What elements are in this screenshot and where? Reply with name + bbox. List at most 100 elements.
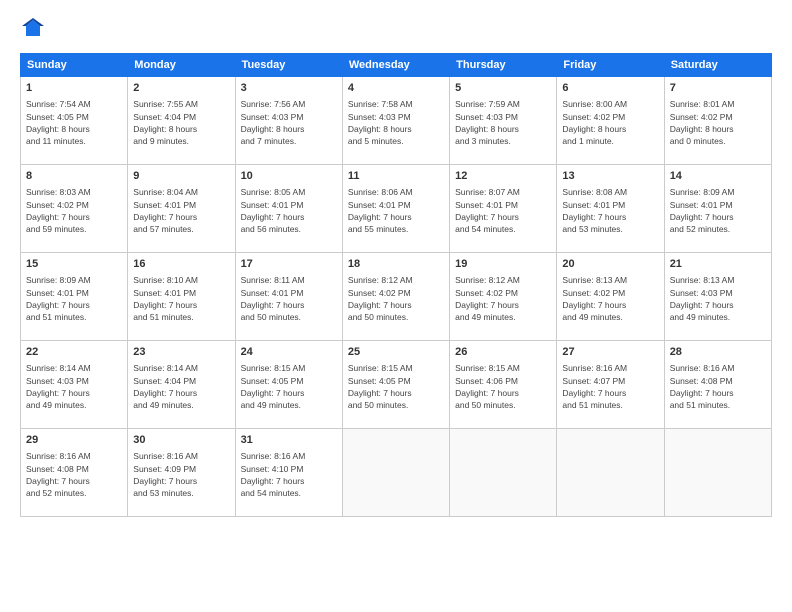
- day-info: Sunrise: 8:16 AM Sunset: 4:08 PM Dayligh…: [26, 450, 122, 499]
- day-cell: 16 Sunrise: 8:10 AM Sunset: 4:01 PM Dayli…: [128, 252, 235, 340]
- day-number: 23: [133, 345, 229, 360]
- week-row-2: 8Sunrise: 8:03 AM Sunset: 4:02 PM Daylig…: [21, 164, 772, 252]
- day-info: Sunrise: 8:16 AM Sunset: 4:10 PM Dayligh…: [241, 450, 337, 499]
- day-info: Sunrise: 8:13 AM Sunset: 4:03 PM Dayligh…: [670, 274, 766, 323]
- day-cell: 13 Sunrise: 8:08 AM Sunset: 4:01 PM Dayli…: [557, 164, 664, 252]
- day-number: 17: [241, 257, 337, 272]
- day-info: Sunrise: 7:55 AM Sunset: 4:04 PM Dayligh…: [133, 98, 229, 147]
- day-info: Sunrise: 8:15 AM Sunset: 4:05 PM Dayligh…: [241, 362, 337, 411]
- day-cell: [342, 428, 449, 516]
- week-row-5: 29 Sunrise: 8:16 AM Sunset: 4:08 PM Dayli…: [21, 428, 772, 516]
- day-number: 16: [133, 257, 229, 272]
- day-cell: 20 Sunrise: 8:13 AM Sunset: 4:02 PM Dayli…: [557, 252, 664, 340]
- day-cell: 17 Sunrise: 8:11 AM Sunset: 4:01 PM Dayli…: [235, 252, 342, 340]
- week-row-1: 1Sunrise: 7:54 AM Sunset: 4:05 PM Daylig…: [21, 76, 772, 164]
- weekday-header-saturday: Saturday: [664, 53, 771, 76]
- day-info: Sunrise: 8:01 AM Sunset: 4:02 PM Dayligh…: [670, 98, 766, 147]
- day-number: 13: [562, 169, 658, 184]
- weekday-header-thursday: Thursday: [450, 53, 557, 76]
- day-number: 19: [455, 257, 551, 272]
- day-info: Sunrise: 8:07 AM Sunset: 4:01 PM Dayligh…: [455, 186, 551, 235]
- day-cell: 2 Sunrise: 7:55 AM Sunset: 4:04 PM Daylig…: [128, 76, 235, 164]
- day-info: Sunrise: 8:05 AM Sunset: 4:01 PM Dayligh…: [241, 186, 337, 235]
- day-cell: 10 Sunrise: 8:05 AM Sunset: 4:01 PM Dayli…: [235, 164, 342, 252]
- day-number: 9: [133, 169, 229, 184]
- day-cell: 27Sunrise: 8:16 AM Sunset: 4:07 PM Dayli…: [557, 340, 664, 428]
- week-row-4: 22 Sunrise: 8:14 AM Sunset: 4:03 PM Dayli…: [21, 340, 772, 428]
- day-number: 25: [348, 345, 444, 360]
- day-number: 27: [562, 345, 658, 360]
- day-cell: 12 Sunrise: 8:07 AM Sunset: 4:01 PM Dayli…: [450, 164, 557, 252]
- day-cell: 6 Sunrise: 8:00 AM Sunset: 4:02 PM Daylig…: [557, 76, 664, 164]
- day-cell: 15Sunrise: 8:09 AM Sunset: 4:01 PM Dayli…: [21, 252, 128, 340]
- week-row-3: 15Sunrise: 8:09 AM Sunset: 4:01 PM Dayli…: [21, 252, 772, 340]
- day-number: 15: [26, 257, 122, 272]
- day-info: Sunrise: 8:12 AM Sunset: 4:02 PM Dayligh…: [348, 274, 444, 323]
- day-number: 2: [133, 81, 229, 96]
- day-cell: 26 Sunrise: 8:15 AM Sunset: 4:06 PM Dayli…: [450, 340, 557, 428]
- day-number: 31: [241, 433, 337, 448]
- day-info: Sunrise: 8:09 AM Sunset: 4:01 PM Dayligh…: [670, 186, 766, 235]
- day-info: Sunrise: 8:14 AM Sunset: 4:04 PM Dayligh…: [133, 362, 229, 411]
- day-number: 11: [348, 169, 444, 184]
- day-number: 5: [455, 81, 551, 96]
- day-cell: 1Sunrise: 7:54 AM Sunset: 4:05 PM Daylig…: [21, 76, 128, 164]
- day-cell: 4Sunrise: 7:58 AM Sunset: 4:03 PM Daylig…: [342, 76, 449, 164]
- day-cell: 23 Sunrise: 8:14 AM Sunset: 4:04 PM Dayli…: [128, 340, 235, 428]
- day-info: Sunrise: 8:06 AM Sunset: 4:01 PM Dayligh…: [348, 186, 444, 235]
- day-number: 14: [670, 169, 766, 184]
- day-info: Sunrise: 7:59 AM Sunset: 4:03 PM Dayligh…: [455, 98, 551, 147]
- weekday-header-monday: Monday: [128, 53, 235, 76]
- day-info: Sunrise: 8:10 AM Sunset: 4:01 PM Dayligh…: [133, 274, 229, 323]
- calendar-table: SundayMondayTuesdayWednesdayThursdayFrid…: [20, 53, 772, 517]
- day-info: Sunrise: 8:13 AM Sunset: 4:02 PM Dayligh…: [562, 274, 658, 323]
- day-number: 28: [670, 345, 766, 360]
- day-info: Sunrise: 8:16 AM Sunset: 4:09 PM Dayligh…: [133, 450, 229, 499]
- day-info: Sunrise: 8:04 AM Sunset: 4:01 PM Dayligh…: [133, 186, 229, 235]
- weekday-header-friday: Friday: [557, 53, 664, 76]
- day-cell: [664, 428, 771, 516]
- day-cell: 30Sunrise: 8:16 AM Sunset: 4:09 PM Dayli…: [128, 428, 235, 516]
- weekday-header-row: SundayMondayTuesdayWednesdayThursdayFrid…: [21, 53, 772, 76]
- weekday-header-wednesday: Wednesday: [342, 53, 449, 76]
- day-info: Sunrise: 8:11 AM Sunset: 4:01 PM Dayligh…: [241, 274, 337, 323]
- day-number: 24: [241, 345, 337, 360]
- day-info: Sunrise: 8:12 AM Sunset: 4:02 PM Dayligh…: [455, 274, 551, 323]
- day-number: 7: [670, 81, 766, 96]
- day-number: 3: [241, 81, 337, 96]
- day-cell: 14 Sunrise: 8:09 AM Sunset: 4:01 PM Dayli…: [664, 164, 771, 252]
- day-cell: 9 Sunrise: 8:04 AM Sunset: 4:01 PM Daylig…: [128, 164, 235, 252]
- day-cell: 28Sunrise: 8:16 AM Sunset: 4:08 PM Dayli…: [664, 340, 771, 428]
- weekday-header-tuesday: Tuesday: [235, 53, 342, 76]
- day-number: 6: [562, 81, 658, 96]
- day-number: 26: [455, 345, 551, 360]
- day-cell: 25 Sunrise: 8:15 AM Sunset: 4:05 PM Dayli…: [342, 340, 449, 428]
- day-cell: [557, 428, 664, 516]
- day-info: Sunrise: 8:14 AM Sunset: 4:03 PM Dayligh…: [26, 362, 122, 411]
- day-number: 22: [26, 345, 122, 360]
- day-info: Sunrise: 8:15 AM Sunset: 4:05 PM Dayligh…: [348, 362, 444, 411]
- day-info: Sunrise: 7:54 AM Sunset: 4:05 PM Dayligh…: [26, 98, 122, 147]
- day-cell: 18 Sunrise: 8:12 AM Sunset: 4:02 PM Dayli…: [342, 252, 449, 340]
- weekday-header-sunday: Sunday: [21, 53, 128, 76]
- logo: [20, 18, 44, 45]
- day-cell: 31 Sunrise: 8:16 AM Sunset: 4:10 PM Dayli…: [235, 428, 342, 516]
- day-info: Sunrise: 8:15 AM Sunset: 4:06 PM Dayligh…: [455, 362, 551, 411]
- calendar-page: SundayMondayTuesdayWednesdayThursdayFrid…: [0, 0, 792, 612]
- day-number: 18: [348, 257, 444, 272]
- day-cell: 24 Sunrise: 8:15 AM Sunset: 4:05 PM Dayli…: [235, 340, 342, 428]
- day-info: Sunrise: 8:00 AM Sunset: 4:02 PM Dayligh…: [562, 98, 658, 147]
- day-number: 12: [455, 169, 551, 184]
- day-info: Sunrise: 7:58 AM Sunset: 4:03 PM Dayligh…: [348, 98, 444, 147]
- day-cell: 8Sunrise: 8:03 AM Sunset: 4:02 PM Daylig…: [21, 164, 128, 252]
- day-info: Sunrise: 7:56 AM Sunset: 4:03 PM Dayligh…: [241, 98, 337, 147]
- day-cell: 11 Sunrise: 8:06 AM Sunset: 4:01 PM Dayli…: [342, 164, 449, 252]
- day-number: 20: [562, 257, 658, 272]
- logo-icon: [22, 18, 44, 40]
- day-info: Sunrise: 8:08 AM Sunset: 4:01 PM Dayligh…: [562, 186, 658, 235]
- day-number: 21: [670, 257, 766, 272]
- day-number: 29: [26, 433, 122, 448]
- day-cell: 5 Sunrise: 7:59 AM Sunset: 4:03 PM Daylig…: [450, 76, 557, 164]
- day-number: 10: [241, 169, 337, 184]
- day-info: Sunrise: 8:03 AM Sunset: 4:02 PM Dayligh…: [26, 186, 122, 235]
